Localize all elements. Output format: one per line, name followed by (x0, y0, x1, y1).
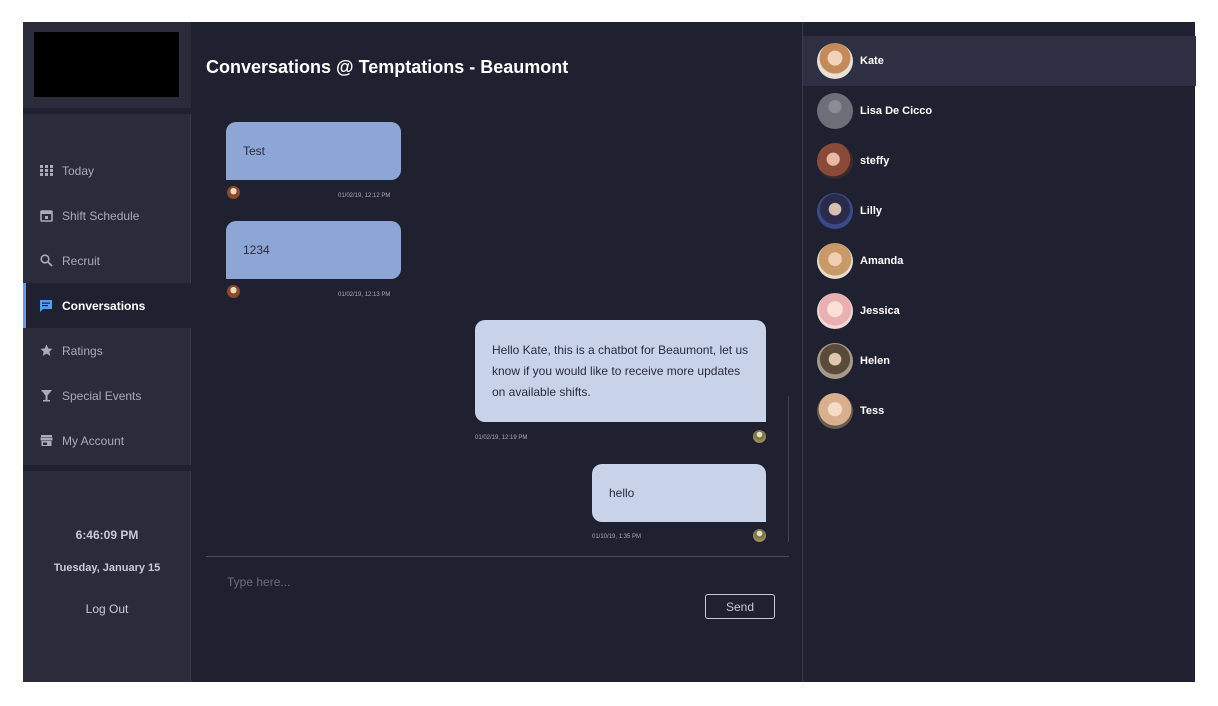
send-button[interactable]: Send (705, 594, 775, 619)
avatar (817, 43, 853, 79)
clock: 6:46:09 PM (75, 528, 139, 542)
avatar (817, 393, 853, 429)
contact-item[interactable]: Jessica (803, 286, 1196, 336)
nav-label: Recruit (62, 253, 101, 268)
contact-name: Jessica (860, 305, 900, 317)
message-bubble: hello (592, 464, 766, 522)
message-text: hello (609, 486, 635, 500)
message-timestamp: 01/10/19, 1:35 PM (592, 534, 642, 540)
contact-item[interactable]: Lilly (803, 186, 1196, 236)
message-timestamp: 01/02/19, 12:19 PM (475, 435, 528, 441)
avatar (817, 293, 853, 329)
contact-name: Lisa De Cicco (860, 105, 933, 117)
cocktail-icon (39, 389, 53, 403)
contact-name: Amanda (860, 255, 904, 267)
scrollbar[interactable] (788, 396, 789, 542)
star-icon (39, 344, 53, 358)
divider (23, 465, 191, 471)
sender-avatar (227, 285, 240, 298)
logout-button[interactable]: Log Out (23, 602, 191, 616)
logo-area (23, 22, 191, 108)
message-timestamp: 01/02/19, 12:13 PM (338, 292, 391, 298)
app-window: Today Shift Schedule Recruit Conversatio… (23, 22, 1196, 682)
conversation-panel: Conversations @ Temptations - Beaumont T… (192, 22, 802, 682)
contact-item[interactable]: Kate (803, 36, 1196, 86)
contact-name: Lilly (860, 205, 883, 217)
composer-divider (206, 556, 789, 557)
contact-item[interactable]: Lisa De Cicco (803, 86, 1196, 136)
message-bubble: Test (226, 122, 401, 180)
contact-item[interactable]: Helen (803, 336, 1196, 386)
contact-item[interactable]: Tess (803, 386, 1196, 436)
nav-item-ratings[interactable]: Ratings (23, 328, 191, 373)
contact-name: Helen (860, 355, 890, 367)
sender-avatar (227, 186, 240, 199)
nav-label: Ratings (62, 343, 103, 358)
message-text: 1234 (243, 243, 270, 257)
nav-item-special-events[interactable]: Special Events (23, 373, 191, 418)
avatar (817, 193, 853, 229)
page-title: Conversations @ Temptations - Beaumont (206, 57, 569, 77)
avatar (817, 243, 853, 279)
contact-item[interactable]: Amanda (803, 236, 1196, 286)
nav-item-recruit[interactable]: Recruit (23, 238, 191, 283)
logo (34, 32, 179, 97)
current-date: Tuesday, January 15 (53, 562, 161, 574)
nav-item-conversations[interactable]: Conversations (23, 283, 191, 328)
store-icon (39, 434, 53, 448)
contact-name: Tess (860, 405, 885, 417)
nav-label: Shift Schedule (62, 208, 140, 223)
grid-icon (39, 164, 53, 178)
contact-name: steffy (860, 155, 890, 167)
contacts-panel: Kate Lisa De Cicco steffy Lilly Amanda J… (802, 22, 1196, 682)
search-icon (39, 254, 53, 268)
nav-label: Special Events (62, 388, 142, 403)
message-bubble: 1234 (226, 221, 401, 279)
nav-item-my-account[interactable]: My Account (23, 418, 191, 463)
message-text: Hello Kate, this is a chatbot for Beaumo… (492, 343, 749, 399)
divider (23, 108, 191, 114)
message-timestamp: 01/02/19, 12:12 PM (338, 193, 391, 199)
nav-item-today[interactable]: Today (23, 148, 191, 193)
message-text: Test (243, 144, 266, 158)
nav-label: Today (62, 163, 95, 178)
nav-menu: Today Shift Schedule Recruit Conversatio… (23, 148, 191, 463)
avatar (817, 343, 853, 379)
message-input[interactable] (227, 570, 677, 594)
contact-item[interactable]: steffy (803, 136, 1196, 186)
sender-avatar (753, 430, 766, 443)
avatar (817, 93, 853, 129)
nav-item-shift-schedule[interactable]: Shift Schedule (23, 193, 191, 238)
chat-icon (39, 299, 53, 313)
nav-label: Conversations (62, 298, 146, 313)
sidebar: Today Shift Schedule Recruit Conversatio… (23, 22, 191, 682)
calendar-icon (39, 209, 53, 223)
nav-label: My Account (62, 433, 125, 448)
avatar (817, 143, 853, 179)
message-bubble: Hello Kate, this is a chatbot for Beaumo… (475, 320, 766, 422)
sender-avatar (753, 529, 766, 542)
contact-name: Kate (860, 55, 884, 67)
